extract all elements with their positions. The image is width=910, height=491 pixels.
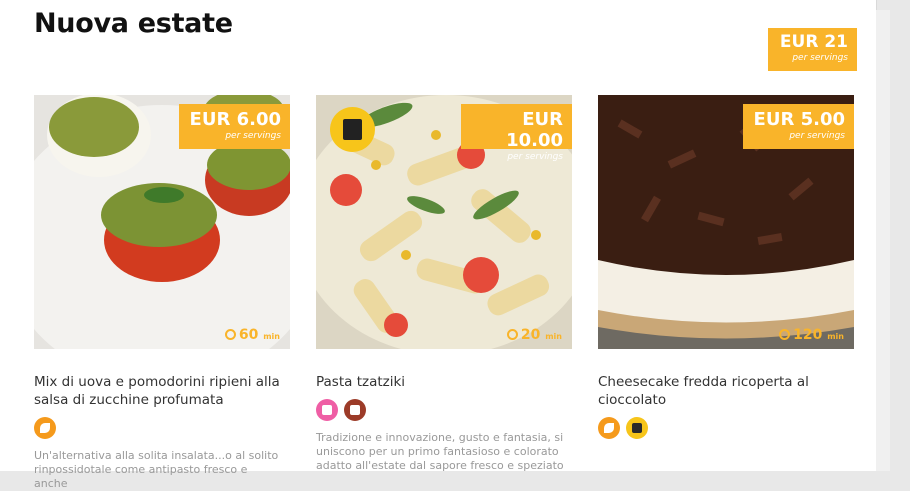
timer-icon [506,329,518,340]
recipe-card-3[interactable]: EUR 5.00 per servings 120 min Cheesecake… [598,95,854,441]
recipe-image-3[interactable]: EUR 5.00 per servings 120 min [598,95,854,349]
pink-tag-icon [316,399,338,421]
badge-row [598,417,854,441]
price-unit: per servings [225,131,281,141]
price-amount: EUR 10.00 [506,109,563,151]
vegetarian-icon [598,417,620,439]
price-badge: EUR 10.00 per servings [461,104,572,162]
price-unit: per servings [507,152,563,162]
prep-time: 60 min [224,327,280,343]
badge-row [34,417,290,441]
prep-time-value: 60 [238,327,259,343]
price-amount: EUR 6.00 [189,109,281,130]
price-badge: EUR 5.00 per servings [743,104,854,149]
recipe-description: Tradizione e innovazione, gusto e fantas… [316,431,564,472]
scrollbar[interactable] [876,10,890,471]
recipe-collection-panel: Nuova estate EUR 21 per servings EUR 6.0… [0,0,877,490]
recipe-description: Un'alternativa alla solita insalata...o … [34,449,279,490]
recipe-card-1[interactable]: EUR 6.00 per servings 60 min Mix di uova… [34,95,290,491]
badge-row [316,399,572,423]
price-unit: per servings [789,131,845,141]
brown-tag-icon [344,399,366,421]
prep-time-unit: min [263,332,280,341]
prep-time-value: 120 [793,327,823,343]
total-price-amount: EUR 21 [779,32,848,52]
page-title: Nuova estate [34,8,233,39]
recipe-name[interactable]: Pasta tzatziki [316,373,572,391]
bag-icon [330,107,375,152]
timer-icon [779,329,791,340]
timer-icon [224,329,236,340]
prep-time: 20 min [506,327,562,343]
price-amount: EUR 5.00 [753,109,845,130]
vegetarian-icon [34,417,56,439]
prep-time-unit: min [545,332,562,341]
total-price-badge: EUR 21 per servings [768,28,857,71]
total-price-unit: per servings [792,53,848,63]
prep-time: 120 min [779,327,844,343]
recipe-name[interactable]: Cheesecake fredda ricoperta al cioccolat… [598,373,854,409]
recipe-image-1[interactable]: EUR 6.00 per servings 60 min [34,95,290,349]
prep-time-value: 20 [520,327,541,343]
prep-time-unit: min [827,332,844,341]
recipe-image-2[interactable]: EUR 10.00 per servings 20 min [316,95,572,349]
recipe-card-2[interactable]: EUR 10.00 per servings 20 min Pasta tzat… [316,95,572,473]
bag-icon [626,417,648,439]
price-badge: EUR 6.00 per servings [179,104,290,149]
recipe-name[interactable]: Mix di uova e pomodorini ripieni alla sa… [34,373,290,409]
